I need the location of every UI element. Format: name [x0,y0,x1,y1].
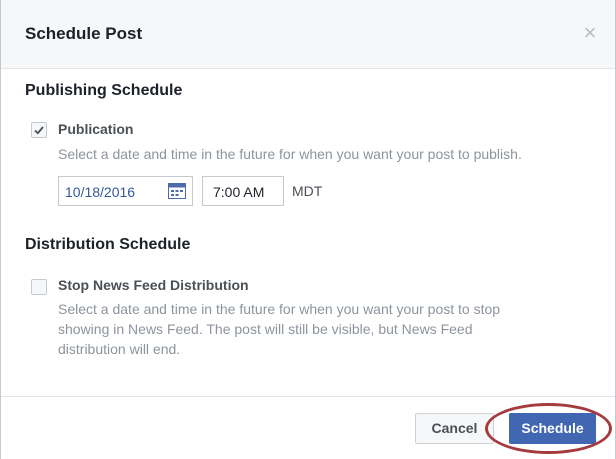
publication-label[interactable]: Publication [58,121,133,137]
checkmark-icon [34,126,44,135]
publication-checkbox[interactable] [31,122,47,138]
publish-date-value: 10/18/2016 [65,184,136,200]
close-icon[interactable]: × [579,22,601,44]
stop-distribution-description-line-3: distribution will end. [58,341,181,357]
footer-divider [1,396,615,397]
stop-distribution-description-line-1: Select a date and time in the future for… [58,301,501,317]
cancel-button[interactable]: Cancel [415,413,494,444]
dialog-header: Schedule Post × [1,0,615,69]
stop-distribution-checkbox[interactable] [31,279,47,295]
calendar-icon[interactable] [168,183,186,199]
stop-distribution-description-line-2: showing in News Feed. The post will stil… [58,321,473,337]
publish-date-input[interactable]: 10/18/2016 [58,176,193,206]
publication-description: Select a date and time in the future for… [58,146,522,162]
schedule-post-dialog: Schedule Post × Publishing Schedule Publ… [0,0,616,459]
timezone-label: MDT [292,183,323,199]
distribution-schedule-heading: Distribution Schedule [25,236,191,253]
schedule-button[interactable]: Schedule [509,413,596,444]
stop-distribution-label[interactable]: Stop News Feed Distribution [58,277,249,293]
dialog-title: Schedule Post [25,24,143,43]
publish-time-input[interactable]: 7:00 AM [202,176,284,206]
publish-time-value: 7:00 AM [213,184,265,200]
publishing-schedule-heading: Publishing Schedule [25,82,183,99]
